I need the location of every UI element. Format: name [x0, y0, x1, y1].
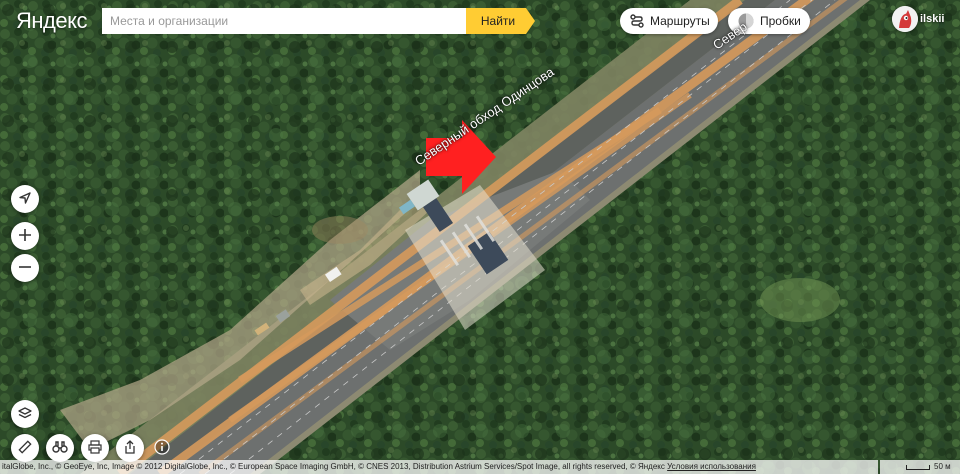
zoom-in-button[interactable]: [11, 222, 39, 250]
locate-button[interactable]: [11, 185, 39, 213]
scale-label: 50 м: [934, 462, 951, 471]
satellite-map[interactable]: [0, 0, 960, 474]
traffic-label: Пробки: [760, 14, 801, 28]
yandex-logo[interactable]: Яндекс: [16, 8, 87, 34]
user-account[interactable]: ilskii: [892, 6, 944, 32]
share-button[interactable]: [116, 434, 144, 462]
ruler-button[interactable]: [11, 434, 39, 462]
plus-icon: [18, 227, 32, 246]
binoculars-icon: [52, 439, 68, 458]
copyright-bar: italGlobe, Inc., © GeoEye, Inc, Image © …: [0, 460, 878, 474]
ruler-icon: [18, 439, 32, 458]
scale-bar: 50 м: [880, 460, 960, 474]
minus-icon: [18, 259, 32, 278]
route-icon: [630, 14, 644, 28]
search-bar: Найти: [102, 8, 535, 34]
search-input[interactable]: [102, 8, 466, 34]
location-arrow-icon: [18, 190, 32, 209]
layers-icon: [18, 405, 32, 424]
copyright-text: italGlobe, Inc., © GeoEye, Inc, Image © …: [2, 462, 665, 471]
routes-label: Маршруты: [650, 14, 710, 28]
terms-link[interactable]: Условия использования: [667, 462, 756, 471]
scale-line: [906, 464, 930, 470]
share-icon: [123, 439, 137, 458]
routes-button[interactable]: Маршруты: [620, 8, 718, 34]
info-button[interactable]: [153, 438, 171, 456]
layers-button[interactable]: [11, 400, 39, 428]
print-button[interactable]: [81, 434, 109, 462]
username: ilskii: [920, 13, 945, 25]
avatar[interactable]: [892, 6, 918, 32]
printer-icon: [88, 439, 102, 458]
zoom-out-button[interactable]: [11, 254, 39, 282]
info-icon: [153, 439, 171, 460]
search-button[interactable]: Найти: [466, 8, 535, 34]
panorama-button[interactable]: [46, 434, 74, 462]
